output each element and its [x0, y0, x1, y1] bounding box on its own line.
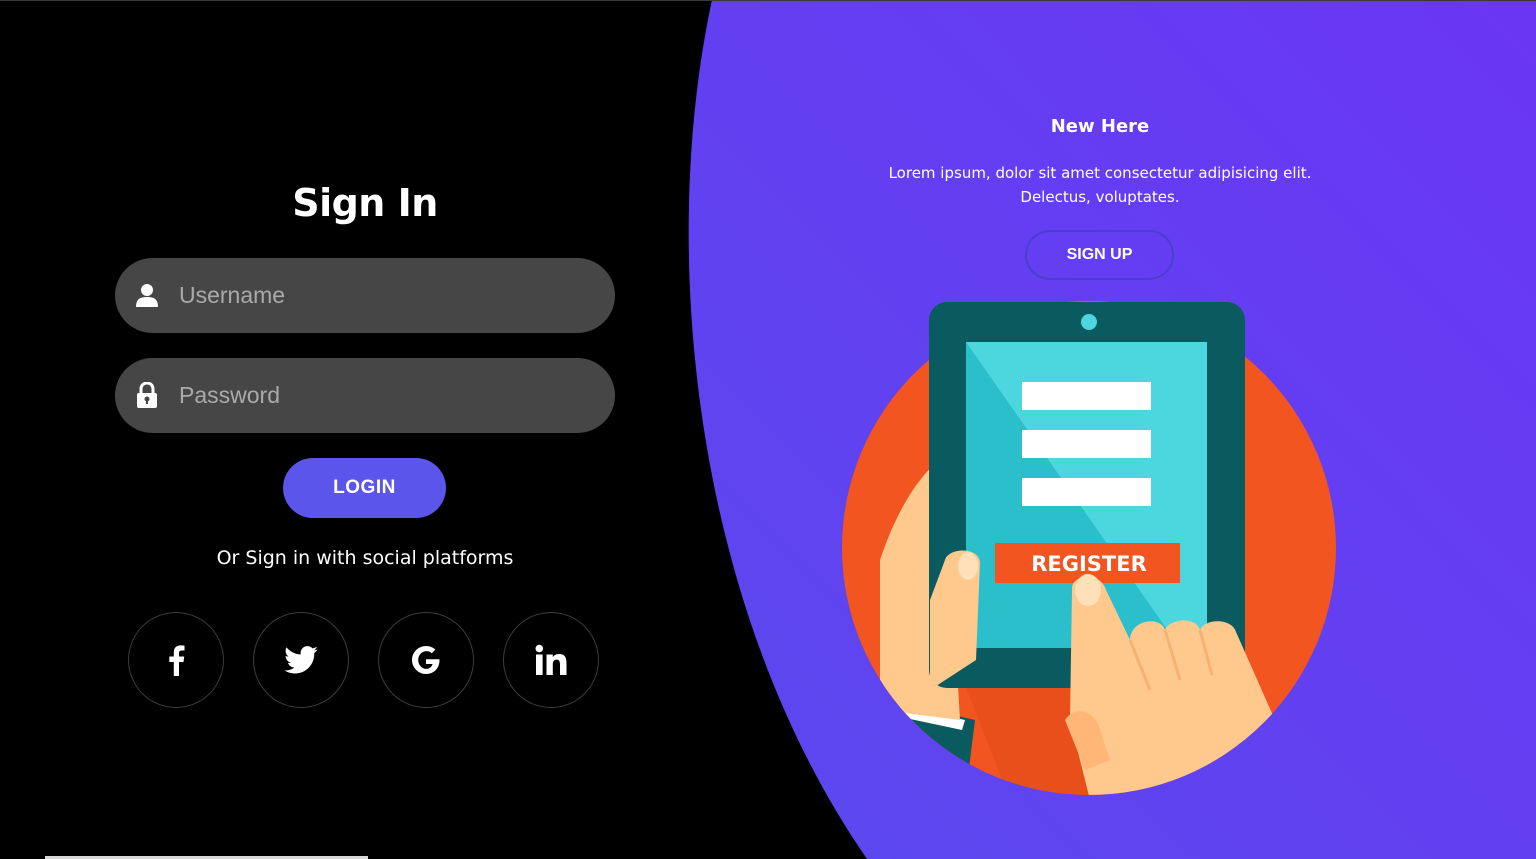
login-button[interactable]: LOGIN	[283, 458, 446, 518]
illustration-register-label: REGISTER	[1031, 552, 1147, 576]
signup-button[interactable]: SIGN UP	[1025, 230, 1174, 280]
google-button[interactable]	[378, 612, 474, 708]
page: REGISTER Sign In Username LOGIN Or Sign …	[0, 0, 1536, 859]
social-platforms-text: Or Sign in with social platforms	[216, 547, 514, 569]
password-field[interactable]	[115, 358, 615, 433]
user-icon	[135, 278, 159, 312]
top-divider	[0, 0, 1536, 1]
linkedin-button[interactable]	[503, 612, 599, 708]
twitter-button[interactable]	[253, 612, 349, 708]
google-icon	[412, 646, 440, 674]
password-input[interactable]	[179, 358, 589, 433]
signin-title: Sign In	[292, 181, 438, 225]
facebook-button[interactable]	[128, 612, 224, 708]
facebook-icon	[169, 645, 185, 676]
username-input[interactable]	[179, 258, 589, 333]
twitter-icon	[284, 646, 318, 674]
linkedin-icon	[535, 644, 567, 675]
username-field[interactable]	[115, 258, 615, 333]
lock-icon	[135, 378, 159, 412]
signin-form: Sign In LOGIN Or Sign in	[0, 0, 730, 859]
